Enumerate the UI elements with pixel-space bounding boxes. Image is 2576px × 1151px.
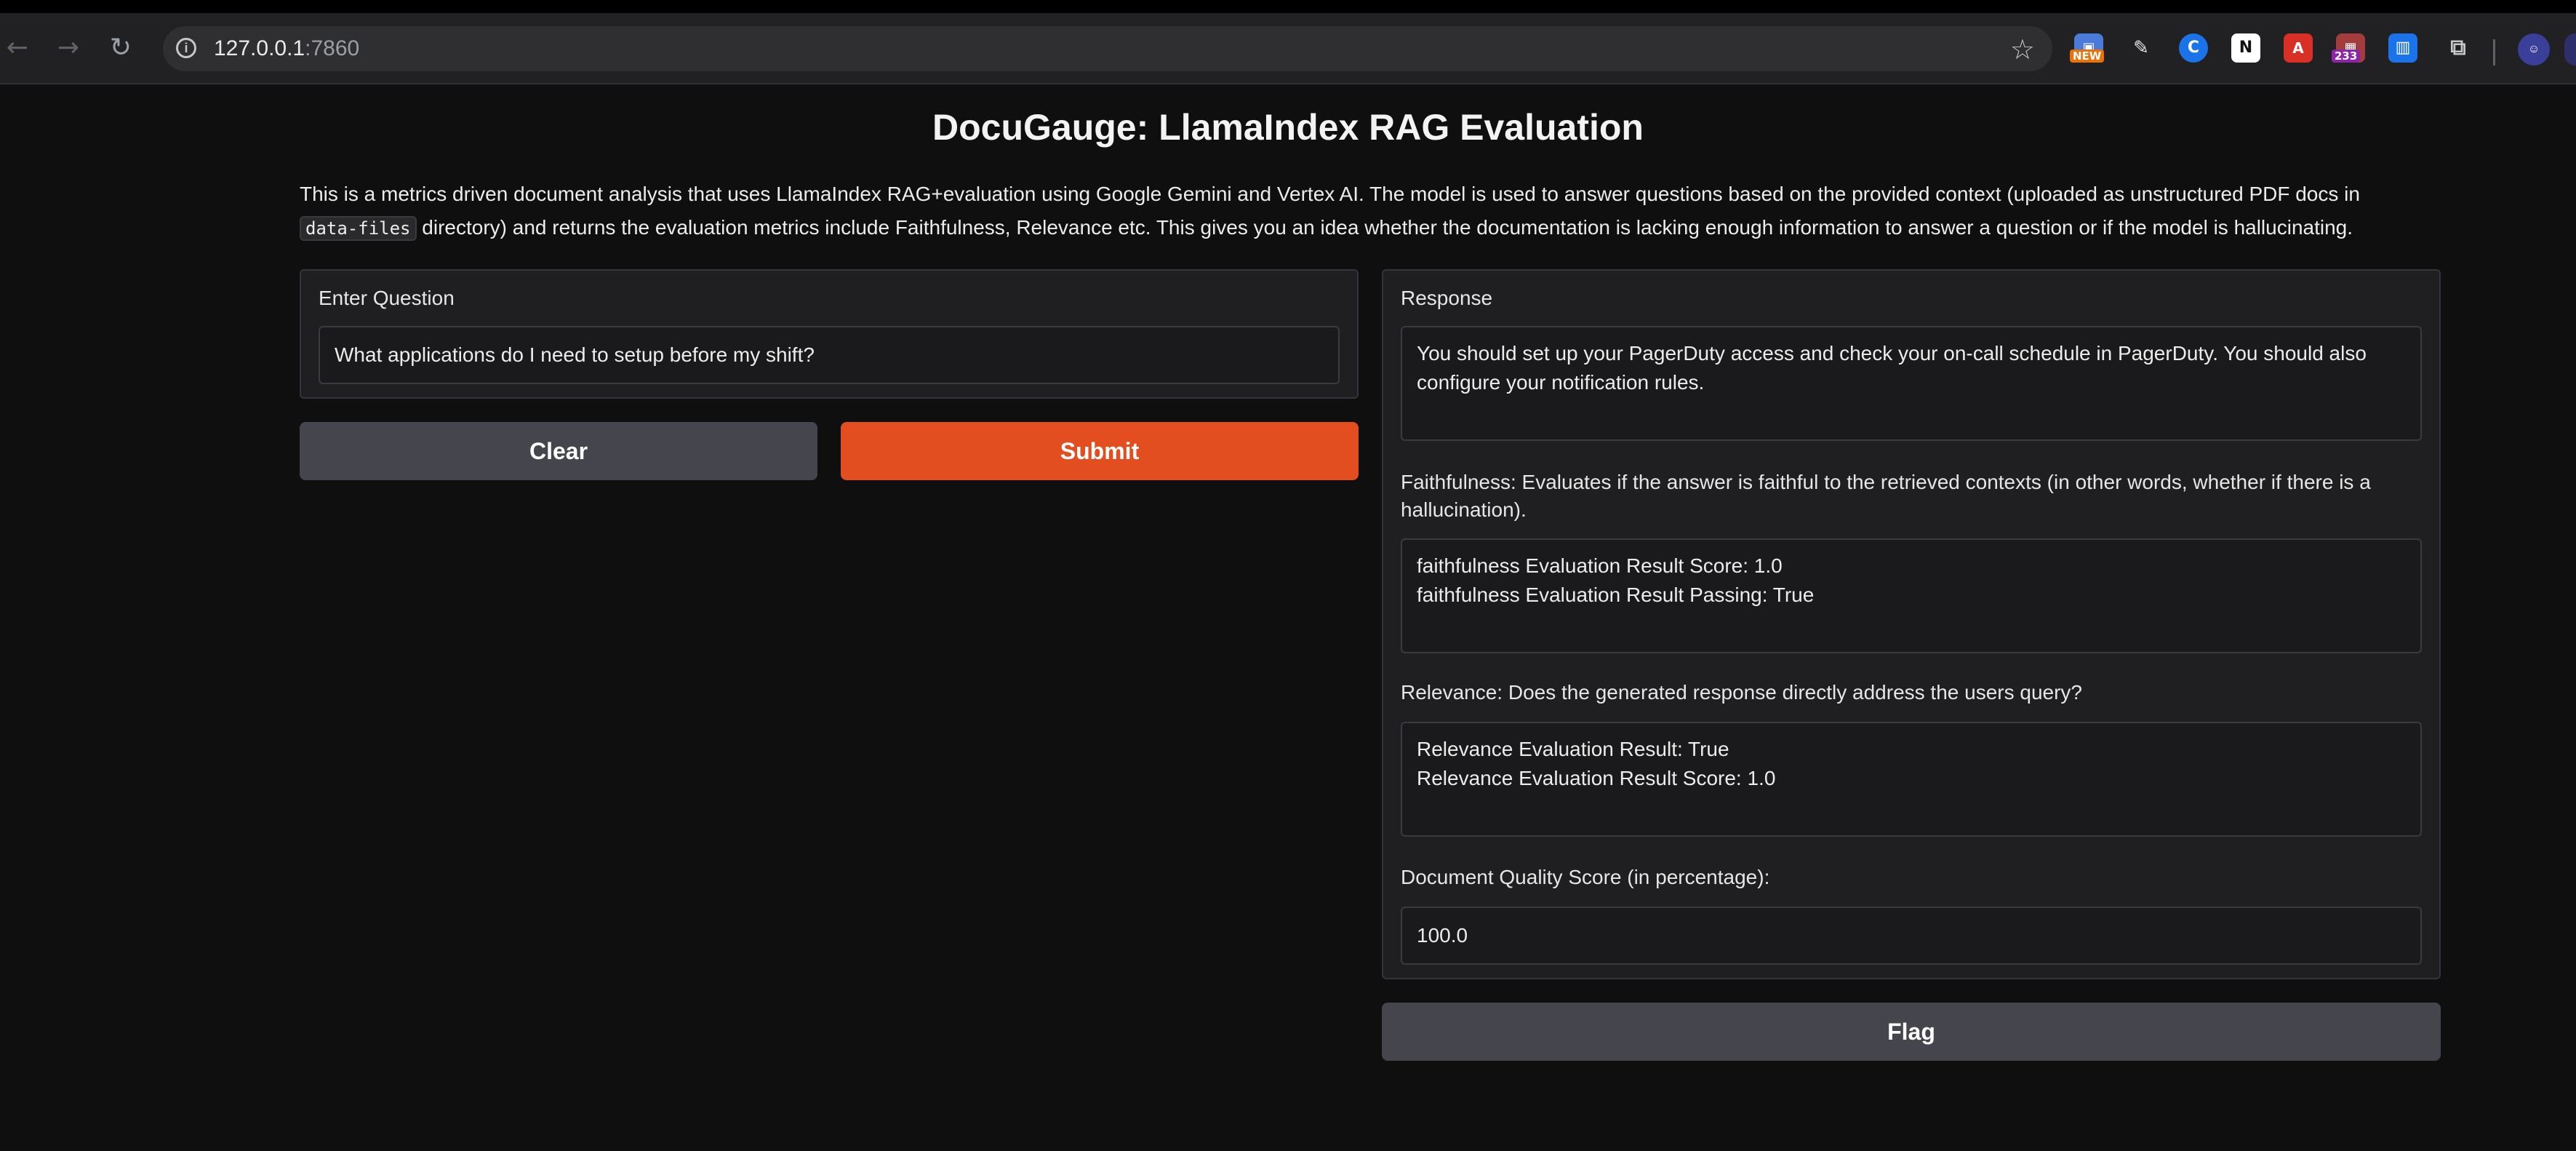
relevance-score-line: Relevance Evaluation Result Score: 1.0 <box>1417 767 1776 789</box>
relevance-output[interactable]: Relevance Evaluation Result: True Releva… <box>1401 722 2422 837</box>
site-info-icon[interactable]: i <box>176 38 196 58</box>
faithfulness-label: Faithfulness: Evaluates if the answer is… <box>1401 471 2371 521</box>
relevance-result-line: Relevance Evaluation Result: True <box>1417 738 1729 760</box>
url-port: :7860 <box>305 36 360 60</box>
quality-output[interactable]: 100.0 <box>1401 907 2422 965</box>
reload-icon[interactable]: ↻ <box>106 33 135 63</box>
flag-button[interactable]: Flag <box>1382 1003 2441 1061</box>
toolbar-divider <box>2493 39 2495 65</box>
new-extension-icon[interactable]: ▣ NEW <box>2070 33 2105 63</box>
cleaner-extension-icon[interactable]: ✎ <box>2127 33 2156 63</box>
puzzle-extensions-icon[interactable]: ⧉ <box>2444 33 2473 63</box>
response-label: Response <box>1401 287 1493 309</box>
notion-extension-icon[interactable]: N <box>2231 33 2260 63</box>
question-panel: Enter Question What applications do I ne… <box>300 269 1359 399</box>
forward-arrow-icon[interactable]: → <box>54 33 83 63</box>
window-top-strip <box>0 0 2576 13</box>
output-panel: Response You should set up your PagerDut… <box>1382 269 2441 979</box>
data-files-code: data-files <box>300 216 417 241</box>
menu-overflow[interactable] <box>2564 33 2576 65</box>
description-part2: directory) and returns the evaluation me… <box>416 216 2353 239</box>
counter-badge: 233 <box>2332 49 2361 63</box>
submit-button[interactable]: Submit <box>841 422 1359 480</box>
counter-extension-icon[interactable]: ▦ 233 <box>2332 33 2365 63</box>
question-input[interactable]: What applications do I need to setup bef… <box>319 326 1340 384</box>
browser-toolbar: ← → ↻ i 127.0.0.1:7860 ☆ ▣ NEW ✎ C N A ▦… <box>0 13 2576 84</box>
description-part1: This is a metrics driven document analys… <box>300 183 2360 205</box>
cookie-extension-icon[interactable]: C <box>2179 33 2208 63</box>
relevance-label: Relevance: Does the generated response d… <box>1401 681 2082 704</box>
url-text[interactable]: 127.0.0.1:7860 <box>214 36 359 61</box>
quality-label: Document Quality Score (in percentage): <box>1401 866 1770 888</box>
url-host: 127.0.0.1 <box>214 36 305 60</box>
profile-avatar[interactable]: ☺ <box>2518 33 2550 65</box>
app-description: This is a metrics driven document analys… <box>300 178 2423 245</box>
question-label: Enter Question <box>319 287 455 309</box>
analytics-extension-icon[interactable]: ▥ <box>2388 33 2417 63</box>
new-badge: NEW <box>2070 49 2105 63</box>
back-arrow-icon[interactable]: ← <box>3 33 32 63</box>
faithfulness-passing-line: faithfulness Evaluation Result Passing: … <box>1417 584 1815 606</box>
response-output[interactable]: You should set up your PagerDuty access … <box>1401 326 2422 441</box>
faithfulness-output[interactable]: faithfulness Evaluation Result Score: 1.… <box>1401 538 2422 653</box>
faithfulness-score-line: faithfulness Evaluation Result Score: 1.… <box>1417 554 1783 577</box>
clear-button[interactable]: Clear <box>300 422 817 480</box>
page-title: DocuGauge: LlamaIndex RAG Evaluation <box>932 107 1644 148</box>
address-bar[interactable]: i 127.0.0.1:7860 ☆ <box>163 26 2052 71</box>
pdf-extension-icon[interactable]: A <box>2284 33 2313 63</box>
bookmark-star-icon[interactable]: ☆ <box>2010 33 2035 65</box>
